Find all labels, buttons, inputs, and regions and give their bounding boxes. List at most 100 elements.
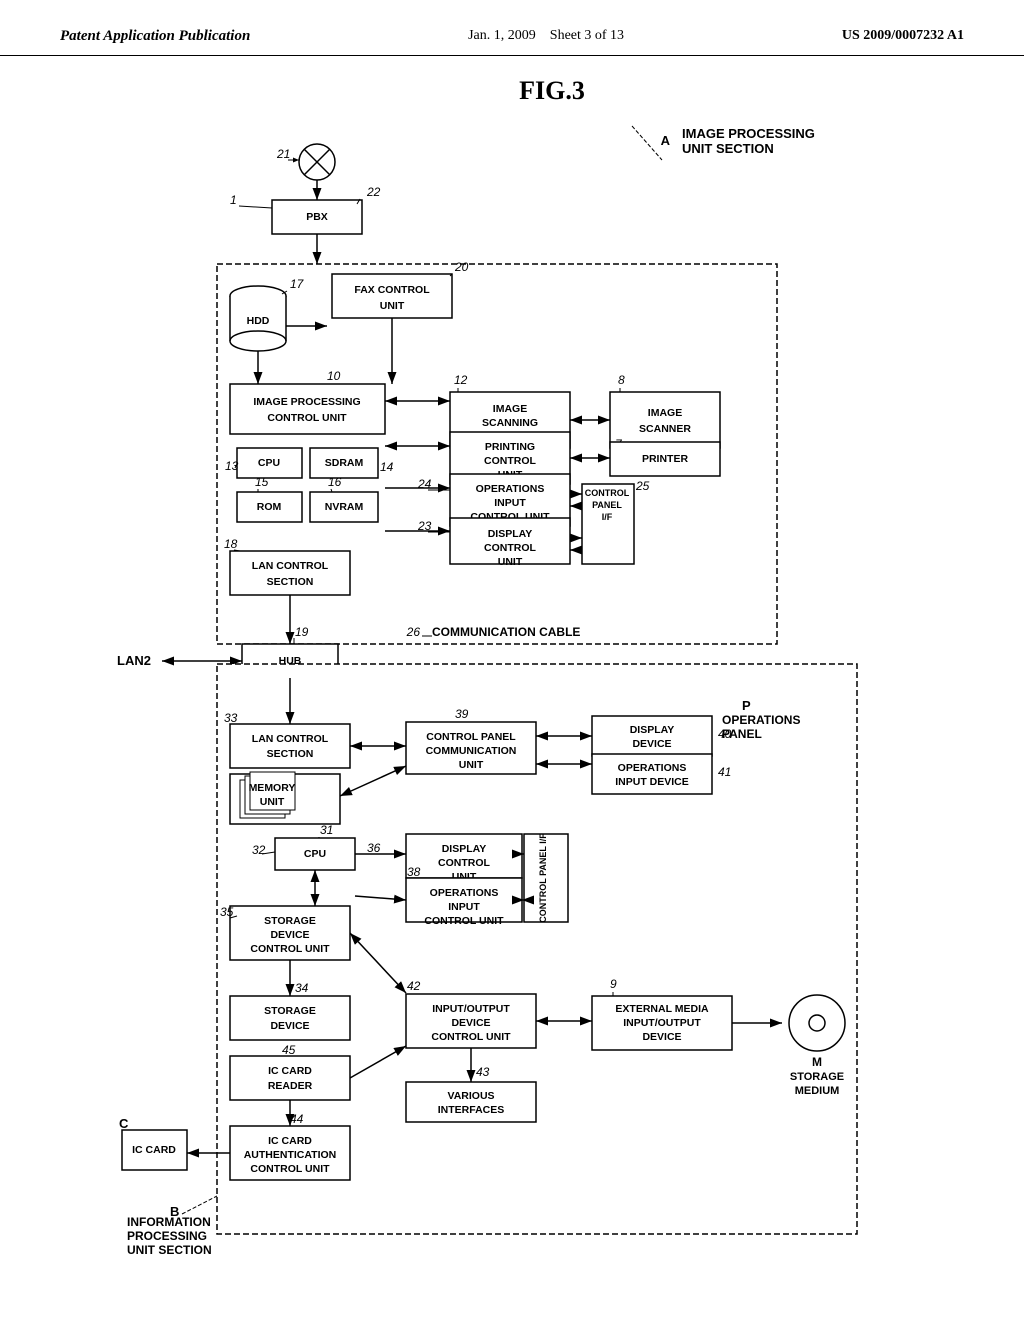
various-if2: INTERFACES [438, 1104, 505, 1116]
ext-media2: INPUT/OUTPUT [623, 1017, 701, 1029]
ref-34: 34 [295, 981, 309, 995]
storage-dev-ctrl3: CONTROL UNIT [250, 943, 330, 955]
section-a-leader [632, 126, 662, 160]
fax-control-label2: UNIT [380, 300, 405, 312]
pbx-label: PBX [306, 211, 328, 223]
ops-input-device-box [592, 754, 712, 794]
sdram-label: SDRAM [325, 457, 364, 469]
ops-panel-label1: OPERATIONS [722, 713, 800, 727]
cp-comm3: UNIT [459, 759, 484, 771]
ref-44: 44 [290, 1112, 304, 1126]
ops-input-device2: INPUT DEVICE [615, 776, 689, 788]
pub-date: Jan. 1, 2009 [468, 28, 536, 43]
lan-ctrl-b-box [230, 724, 350, 768]
ref-33: 33 [224, 711, 238, 725]
section-b-line [182, 1196, 217, 1214]
ref-43: 43 [476, 1065, 490, 1079]
printing-ctrl1: PRINTING [485, 441, 535, 453]
hdd-label: HDD [247, 315, 270, 327]
page-header: Patent Application Publication Jan. 1, 2… [0, 0, 1024, 56]
cp-comm2: COMMUNICATION [426, 745, 517, 757]
disp-ctrl-a2: CONTROL [484, 542, 536, 554]
cpu-label: CPU [258, 457, 280, 469]
ctrl-panel-if-label1: CONTROL [585, 488, 630, 498]
fax-control-label1: FAX CONTROL [354, 284, 430, 296]
ref-16: 16 [328, 475, 342, 489]
ref-12: 12 [454, 373, 468, 387]
storage-medium-label1: STORAGE [790, 1071, 844, 1083]
lan-ctrl-a2: SECTION [267, 576, 314, 588]
info-proc-label1: INFORMATION [127, 1215, 211, 1229]
section-a-label2: UNIT SECTION [682, 141, 774, 156]
io-dev-ctrl2: DEVICE [451, 1017, 490, 1029]
img-scan-ctrl2: SCANNING [482, 417, 538, 429]
ref-38: 38 [407, 865, 421, 879]
ref-41: 41 [718, 765, 731, 779]
ic-card-auth2: AUTHENTICATION [244, 1149, 337, 1161]
display-device1: DISPLAY [630, 724, 675, 736]
ref-18: 18 [224, 537, 238, 551]
storage-dev-ctrl1: STORAGE [264, 915, 316, 927]
ref-14: 14 [380, 460, 394, 474]
ref-35: 35 [220, 905, 234, 919]
lan-ctrl-a1: LAN CONTROL [252, 560, 329, 572]
memory-unit1: MEMORY [249, 782, 296, 794]
ctrl-panel-if-label3: I/F [602, 512, 613, 522]
various-if-box [406, 1082, 536, 1122]
ext-media3: DEVICE [642, 1031, 681, 1043]
disp-ctrl-a1: DISPLAY [488, 528, 533, 540]
ref-10: 10 [327, 369, 341, 383]
disp-ctrl-b1: DISPLAY [442, 843, 487, 855]
ctrl-panel-if-b-label1: CONTROL PANEL I/F [538, 833, 548, 923]
ops-input-device1: OPERATIONS [618, 762, 687, 774]
img-proc-ctrl-label2: CONTROL UNIT [267, 412, 347, 424]
cpu-b-label: CPU [304, 848, 326, 860]
ref-19: 19 [295, 625, 309, 639]
ic-card-reader2: READER [268, 1080, 313, 1092]
rom-label: ROM [257, 501, 282, 513]
storage-dev-ctrl2: DEVICE [270, 929, 309, 941]
storage-medium-label2: MEDIUM [795, 1085, 840, 1097]
img-scanner-label2: SCANNER [639, 423, 691, 435]
ops-input1: OPERATIONS [476, 483, 545, 495]
ref-13: 13 [225, 459, 239, 473]
cp-comm1: CONTROL PANEL [426, 731, 516, 743]
lan-ctrl-b2: SECTION [267, 748, 314, 760]
img-proc-control-box [230, 384, 385, 434]
section-m: M [812, 1055, 822, 1069]
ref-39: 39 [455, 707, 469, 721]
ctrl-panel-if-label2: PANEL [592, 500, 622, 510]
ref-25: 25 [635, 479, 650, 493]
ref-1: 1 [230, 193, 237, 207]
ref-45: 45 [282, 1043, 296, 1057]
nvram-label: NVRAM [325, 501, 364, 513]
ref-21: 21 [276, 147, 290, 161]
ops-input2: INPUT [494, 497, 526, 509]
ic-card-auth1: IC CARD [268, 1135, 312, 1147]
ext-media1: EXTERNAL MEDIA [615, 1003, 709, 1015]
printer-label: PRINTER [642, 453, 689, 465]
figure-title: FIG.3 [519, 76, 585, 106]
info-proc-label2: PROCESSING [127, 1229, 207, 1243]
ops-input-ctrl-b3: CONTROL UNIT [424, 915, 504, 927]
img-proc-ctrl-label1: IMAGE PROCESSING [253, 396, 360, 408]
img-scanner-box [610, 392, 720, 448]
lan-ctrl-b1: LAN CONTROL [252, 733, 329, 745]
ops-panel-label2: PANEL [722, 727, 762, 741]
ref-26: 26 [406, 625, 421, 639]
display-device2: DEVICE [632, 738, 671, 750]
comm-cable-label: COMMUNICATION CABLE [432, 625, 580, 639]
patent-number: US 2009/0007232 A1 [842, 28, 964, 44]
ref-42: 42 [407, 979, 421, 993]
section-p-letter: P [742, 698, 751, 713]
section-c: C [119, 1116, 129, 1131]
patent-diagram: IMAGE PROCESSING UNIT SECTION A 21 PBX 2… [62, 116, 962, 1276]
img-scanner-label1: IMAGE [648, 407, 682, 419]
io-dev-ctrl3: CONTROL UNIT [431, 1031, 511, 1043]
ic-card-label: IC CARD [132, 1144, 176, 1156]
ref-20: 20 [454, 260, 469, 274]
section-a-letter: A [661, 133, 671, 148]
ref-24: 24 [417, 477, 432, 491]
disp-ctrl-b2: CONTROL [438, 857, 490, 869]
header-center: Jan. 1, 2009 Sheet 3 of 13 [468, 28, 624, 44]
